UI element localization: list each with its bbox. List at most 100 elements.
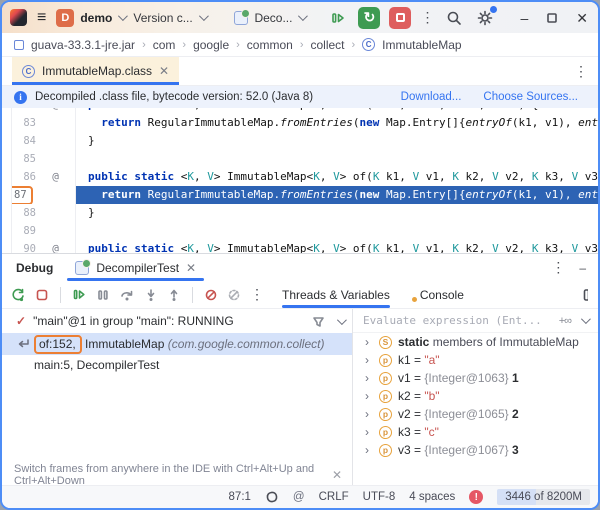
- at-icon[interactable]: @: [293, 491, 305, 503]
- mute-breakpoints-icon[interactable]: [204, 288, 218, 302]
- add-watch-icon[interactable]: +∞: [559, 315, 572, 327]
- download-link[interactable]: Download...: [401, 91, 462, 103]
- chevron-down-icon[interactable]: [336, 314, 347, 325]
- variable-row[interactable]: › Sstatic members of ImmutableMap: [353, 333, 598, 351]
- tab-console[interactable]: Console: [411, 281, 464, 308]
- stack-frame[interactable]: of:152, ImmutableMap (com.google.common.…: [2, 333, 352, 355]
- thread-row[interactable]: ✓ "main"@1 in group "main": RUNNING: [2, 309, 352, 333]
- project-widget[interactable]: D demo: [56, 8, 129, 27]
- variable-row[interactable]: › p k3 = "c": [353, 423, 598, 441]
- chevron-right-icon[interactable]: ›: [365, 407, 373, 421]
- breadcrumb-item[interactable]: com: [153, 38, 176, 52]
- tab-threads-variables[interactable]: Threads & Variables: [282, 281, 390, 308]
- close-button[interactable]: ✕: [576, 11, 588, 25]
- evaluate-placeholder: Evaluate expression (Ent...: [363, 314, 542, 327]
- chevron-right-icon[interactable]: ›: [365, 335, 373, 349]
- chevron-right-icon[interactable]: ›: [365, 371, 373, 385]
- debug-content: ✓ "main"@1 in group "main": RUNNING of:1…: [2, 309, 598, 487]
- breadcrumb-item[interactable]: collect: [310, 38, 344, 52]
- project-avatar: D: [56, 8, 75, 27]
- stop-icon[interactable]: [35, 288, 49, 302]
- breadcrumb-item[interactable]: common: [247, 38, 293, 52]
- debug-session-tab[interactable]: DecompilerTest ✕: [67, 254, 204, 281]
- rerun-icon[interactable]: [10, 287, 26, 303]
- variable-kind-icon: p: [379, 425, 392, 439]
- vcs-widget[interactable]: Version c...: [133, 11, 209, 25]
- editor-gutter: 86 @: [12, 168, 76, 186]
- close-icon[interactable]: ✕: [159, 64, 169, 78]
- run-config-name: Deco...: [254, 10, 293, 25]
- stack-frame[interactable]: main:5, DecompilerTest: [2, 355, 352, 375]
- chevron-down-icon[interactable]: [580, 314, 591, 325]
- variable-row[interactable]: › p v2 = {Integer@1065} 2: [353, 405, 598, 423]
- editor-tab-bar: C ImmutableMap.class ✕ ⋮: [2, 57, 598, 86]
- stop-button[interactable]: [389, 6, 412, 29]
- variable-row[interactable]: › p v3 = {Integer@1067} 3: [353, 441, 598, 459]
- tab-options-icon[interactable]: ⋮: [574, 63, 598, 80]
- settings-button[interactable]: [474, 4, 499, 29]
- console-tab-label: Console: [419, 287, 464, 302]
- editor-line: 85: [12, 150, 598, 168]
- chevron-right-icon[interactable]: ›: [365, 353, 373, 367]
- debug-title: Debug: [16, 260, 54, 275]
- variable-text: k3 = "c": [398, 425, 439, 439]
- breadcrumb-item[interactable]: guava-33.3.1-jre.jar: [31, 38, 135, 52]
- resume-program-button[interactable]: [327, 7, 349, 29]
- breadcrumb-separator: ›: [236, 38, 240, 51]
- variable-row[interactable]: › p k2 = "b": [353, 387, 598, 405]
- view-breakpoints-icon[interactable]: [227, 288, 241, 302]
- run-configuration-widget[interactable]: Deco...: [234, 8, 309, 25]
- window-controls: – ✕: [520, 11, 588, 25]
- variable-row[interactable]: › p v1 = {Integer@1063} 1: [353, 369, 598, 387]
- frame-package: (com.google.common.collect): [167, 336, 325, 351]
- line-separator[interactable]: CRLF: [319, 491, 349, 503]
- chevron-right-icon[interactable]: ›: [365, 443, 373, 457]
- search-everywhere-button[interactable]: [443, 7, 465, 29]
- main-menu-icon[interactable]: ≡: [35, 9, 48, 26]
- hide-tool-window-icon[interactable]: –: [579, 261, 586, 275]
- editor-line: 83 return RegularImmutableMap.fromEntrie…: [12, 114, 598, 132]
- more-actions-icon[interactable]: ⋮: [420, 9, 434, 26]
- chevron-right-icon[interactable]: ›: [365, 425, 373, 439]
- chevron-right-icon[interactable]: ›: [365, 389, 373, 403]
- frame-label: of:152, ImmutableMap (com.google.common.…: [34, 334, 325, 354]
- step-into-icon[interactable]: [144, 288, 158, 302]
- breadcrumb-item[interactable]: ImmutableMap: [382, 38, 461, 52]
- close-icon[interactable]: ✕: [186, 261, 196, 275]
- search-icon: [448, 11, 462, 25]
- error-notification-icon[interactable]: !: [469, 490, 484, 504]
- lock-icon[interactable]: [265, 490, 279, 504]
- pause-icon[interactable]: [96, 288, 110, 302]
- caret-position[interactable]: 87:1: [229, 491, 251, 503]
- breadcrumb-item[interactable]: google: [193, 38, 229, 52]
- line-number: 88: [23, 207, 36, 219]
- debug-header: Debug DecompilerTest ✕ ⋮ –: [2, 254, 598, 281]
- minimize-button[interactable]: –: [520, 11, 528, 25]
- code-editor[interactable]: 82@public static <K, V> ImmutableMap<K, …: [2, 108, 598, 253]
- maximize-button[interactable]: [546, 12, 558, 24]
- current-frame-arrow-icon: [18, 339, 29, 348]
- more-icon[interactable]: ⋮: [250, 286, 264, 303]
- variable-kind-icon: p: [379, 353, 392, 367]
- file-encoding[interactable]: UTF-8: [363, 491, 396, 503]
- editor-line: 90 @ public static <K, V> ImmutableMap<K, …: [12, 240, 598, 253]
- resume-icon[interactable]: [72, 287, 87, 302]
- breadcrumb: guava-33.3.1-jre.jar › com › google › common › c…: [2, 33, 598, 57]
- rerun-debug-button[interactable]: ↻: [358, 6, 381, 29]
- close-icon[interactable]: ✕: [332, 468, 342, 482]
- layout-settings-icon[interactable]: [582, 287, 598, 303]
- filter-icon[interactable]: [312, 315, 325, 328]
- indent-setting[interactable]: 4 spaces: [409, 491, 455, 503]
- evaluate-expression-field[interactable]: Evaluate expression (Ent... +∞: [353, 309, 598, 333]
- chevron-down-icon: [198, 11, 209, 22]
- variable-row[interactable]: › p k1 = "a": [353, 351, 598, 369]
- step-over-icon[interactable]: [119, 288, 135, 302]
- memory-indicator[interactable]: 3446 of 8200M: [497, 489, 590, 505]
- tab-immutablemap-class[interactable]: C ImmutableMap.class ✕: [12, 57, 180, 85]
- step-out-icon[interactable]: [167, 288, 181, 302]
- debugger-toolbar: ⋮ Threads & Variables Console: [2, 281, 598, 309]
- debug-options-icon[interactable]: ⋮: [551, 259, 565, 276]
- banner-text: Decompiled .class file, bytecode version…: [35, 91, 314, 103]
- choose-sources-link[interactable]: Choose Sources...: [483, 91, 578, 103]
